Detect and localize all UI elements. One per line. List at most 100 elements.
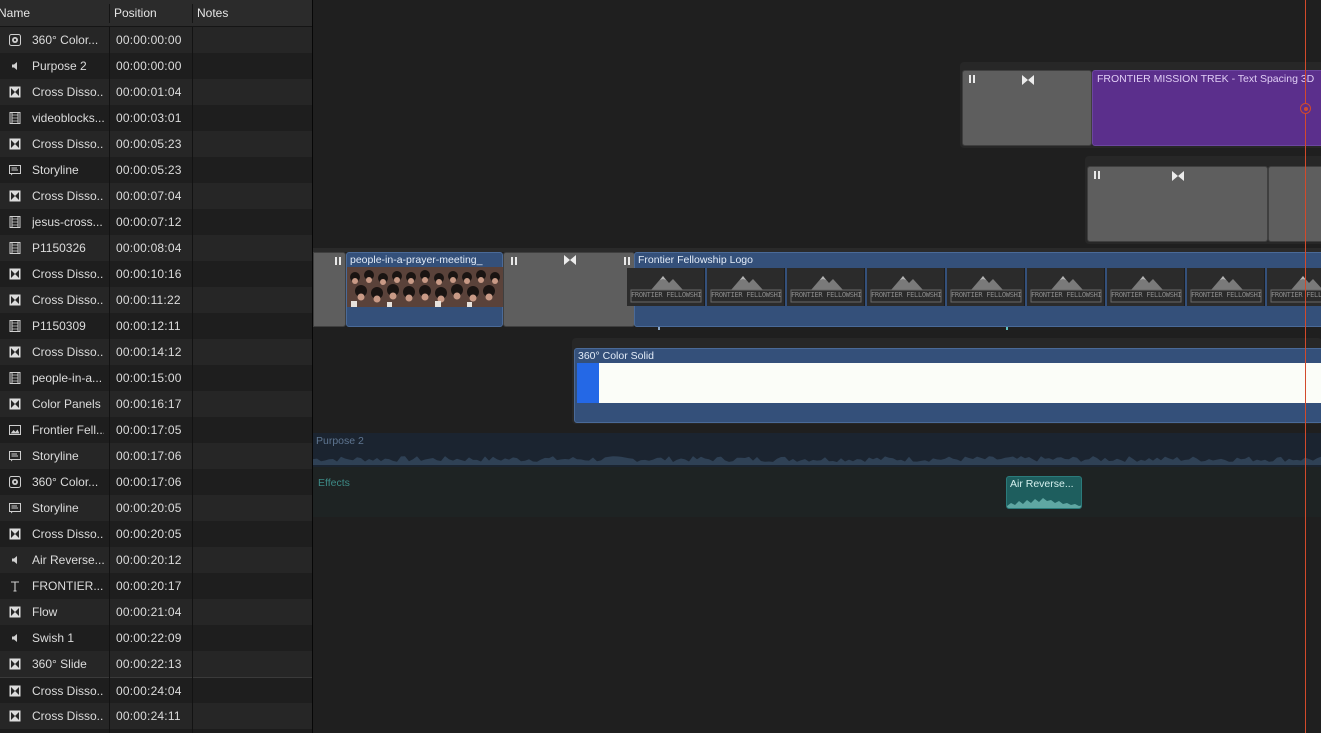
index-row[interactable]: Color Panels 00:00:16:17 [0,391,312,417]
effects-clip-label: Air Reverse... [1010,478,1074,490]
transition-icon [9,138,21,150]
index-row[interactable]: Cross Disso... 00:00:20:05 [0,521,312,547]
row-name: Cross Disso... [32,189,104,203]
index-row[interactable]: Cross Disso... 00:00:01:04 [0,79,312,105]
row-name: 360° Color... [32,33,99,47]
logo-thumbnail: FRONTIER FELLOWSHIP [627,268,705,306]
index-row[interactable]: Purpose 2 00:00:00:00 [0,53,312,79]
logo-thumbnail-text: FRONTIER FELLOWSHIP [871,291,941,299]
row-position: 00:00:17:05 [116,423,182,437]
row-name: Frontier Fell... [32,423,104,437]
logo-thumbnail-text: FRONTIER FELLOWSHIP [711,291,781,299]
logo-thumbnail: FRONTIER FELLOWSHIP [1267,268,1321,306]
index-row[interactable]: P1150309 00:00:12:11 [0,313,312,339]
timeline-area[interactable]: FRONTIER MISSION TREK - Text Spacing 3D … [313,0,1321,733]
index-row[interactable]: Frontier Fell... 00:00:17:05 [0,417,312,443]
keyframe-marker[interactable] [1300,103,1311,114]
column-header-position[interactable]: Position [114,0,194,27]
index-row[interactable]: Storyline 00:00:05:23 [0,157,312,183]
title-clip[interactable]: FRONTIER MISSION TREK - Text Spacing 3D [1092,70,1321,146]
logo-clip-label: Frontier Fellowship Logo [638,254,753,266]
index-row[interactable]: Cross Disso... 00:00:05:23 [0,131,312,157]
transition-clip[interactable] [313,252,346,327]
index-row[interactable]: videoblocks... 00:00:03:01 [0,105,312,131]
row-position: 00:00:24:11 [116,709,181,723]
row-name: Cross Disso... [32,137,104,151]
index-row[interactable]: P1150326 00:00:08:04 [0,235,312,261]
row-position: 00:00:16:17 [116,397,182,411]
row-name: Purpose 2 [32,59,87,73]
transition-clip[interactable] [962,70,1092,146]
crowd-thumbnail-image [347,267,503,307]
audio-lane-label: Purpose 2 [316,435,364,447]
index-row[interactable]: 360° Slide 00:00:22:13 [0,651,312,677]
row-name: Storyline [32,163,79,177]
index-row[interactable]: 360° Color... 00:00:17:06 [0,469,312,495]
row-name: Color Panels [32,397,101,411]
row-name: Cross Disso... [32,709,104,723]
image-icon [9,424,21,436]
video-clip[interactable]: people-in-a-prayer-meeting_ [346,252,503,327]
index-row[interactable]: 360° Color... 00:00:00:00 [0,27,312,53]
index-row[interactable]: Cross Disso... 00:00:14:12 [0,339,312,365]
video-clip-icon [9,242,21,254]
row-position: 00:00:20:17 [116,579,182,593]
row-name: people-in-a... [32,371,103,385]
row-name: Storyline [32,449,79,463]
index-row[interactable]: Storyline 00:00:20:05 [0,495,312,521]
index-row[interactable]: Cross Disso... 00:00:24:04 [0,677,312,703]
logo-thumbnail: FRONTIER FELLOWSHIP [1107,268,1185,306]
transition-clip[interactable] [1268,166,1321,242]
row-position: 00:00:17:06 [116,449,182,463]
column-divider[interactable] [192,4,193,23]
row-position: 00:00:12:11 [116,319,181,333]
row-position: 00:00:03:01 [116,111,182,125]
index-row[interactable]: Cross Disso... 00:00:24:11 [0,703,312,729]
index-row[interactable]: jesus-cross... 00:00:07:12 [0,209,312,235]
video-clip-label: people-in-a-prayer-meeting_ [350,254,483,266]
trim-handle-icon [624,257,630,265]
index-row[interactable]: Cross Disso... 00:00:10:16 [0,261,312,287]
index-row[interactable]: people-in-a... 00:00:15:00 [0,365,312,391]
index-row[interactable]: Swish 1 00:00:22:09 [0,625,312,651]
storyline-icon [9,164,21,176]
audio-lane-purpose-2[interactable]: Purpose 2 [313,433,1321,467]
transition-clip[interactable] [503,252,635,327]
row-position: 00:00:20:05 [116,501,182,515]
logo-thumbnail: FRONTIER FELLOWSHIP [1187,268,1265,306]
row-name: P1150309 [32,319,86,333]
transition-icon [9,190,21,202]
row-name: Cross Disso... [32,85,104,99]
logo-thumbnail-text: FRONTIER FELLOWSHIP [1031,291,1101,299]
row-position: 00:00:17:06 [116,475,182,489]
row-position: 00:00:14:12 [116,345,182,359]
index-row[interactable]: FRONTIER... 00:00:20:17 [0,573,312,599]
logo-thumbnail: FRONTIER FELLOWSHIP [787,268,865,306]
trim-handle-icon [1094,171,1100,179]
column-header-notes[interactable]: Notes [197,0,312,27]
transition-icon [9,685,21,697]
row-position: 00:00:20:05 [116,527,182,541]
logo-thumbnail: FRONTIER FELLOWSHIP [867,268,945,306]
effects-lane-label: Effects [318,477,350,489]
index-row[interactable]: Storyline 00:00:17:06 [0,443,312,469]
row-position: 00:00:24:04 [116,684,182,698]
color-solid-clip[interactable]: 360° Color Solid [574,348,1321,423]
logo-thumbnail-text: FRONTIER FELLOWSHIP [1111,291,1181,299]
index-row[interactable]: Cross Disso... 00:00:07:04 [0,183,312,209]
index-row[interactable]: Air Reverse... 00:00:20:12 [0,547,312,573]
column-divider[interactable] [109,4,110,23]
index-row[interactable]: Cross Disso... 00:00:11:22 [0,287,312,313]
row-position: 00:00:22:09 [116,631,182,645]
effects-audio-clip[interactable]: Air Reverse... [1006,476,1082,509]
transition-clip[interactable] [1087,166,1268,242]
row-name: Cross Disso... [32,527,104,541]
row-position: 00:00:21:04 [116,605,182,619]
logo-thumbnail-text: FRONTIER FELLOWSHIP [1271,291,1321,299]
logo-thumbnail: FRONTIER FELLOWSHIP [947,268,1025,306]
row-position: 00:00:05:23 [116,137,182,151]
row-position: 00:00:10:16 [116,267,182,281]
column-header-name[interactable]: Name [0,0,108,27]
index-row[interactable]: Flow 00:00:21:04 [0,599,312,625]
color-solid-thumb-white [599,363,1321,403]
